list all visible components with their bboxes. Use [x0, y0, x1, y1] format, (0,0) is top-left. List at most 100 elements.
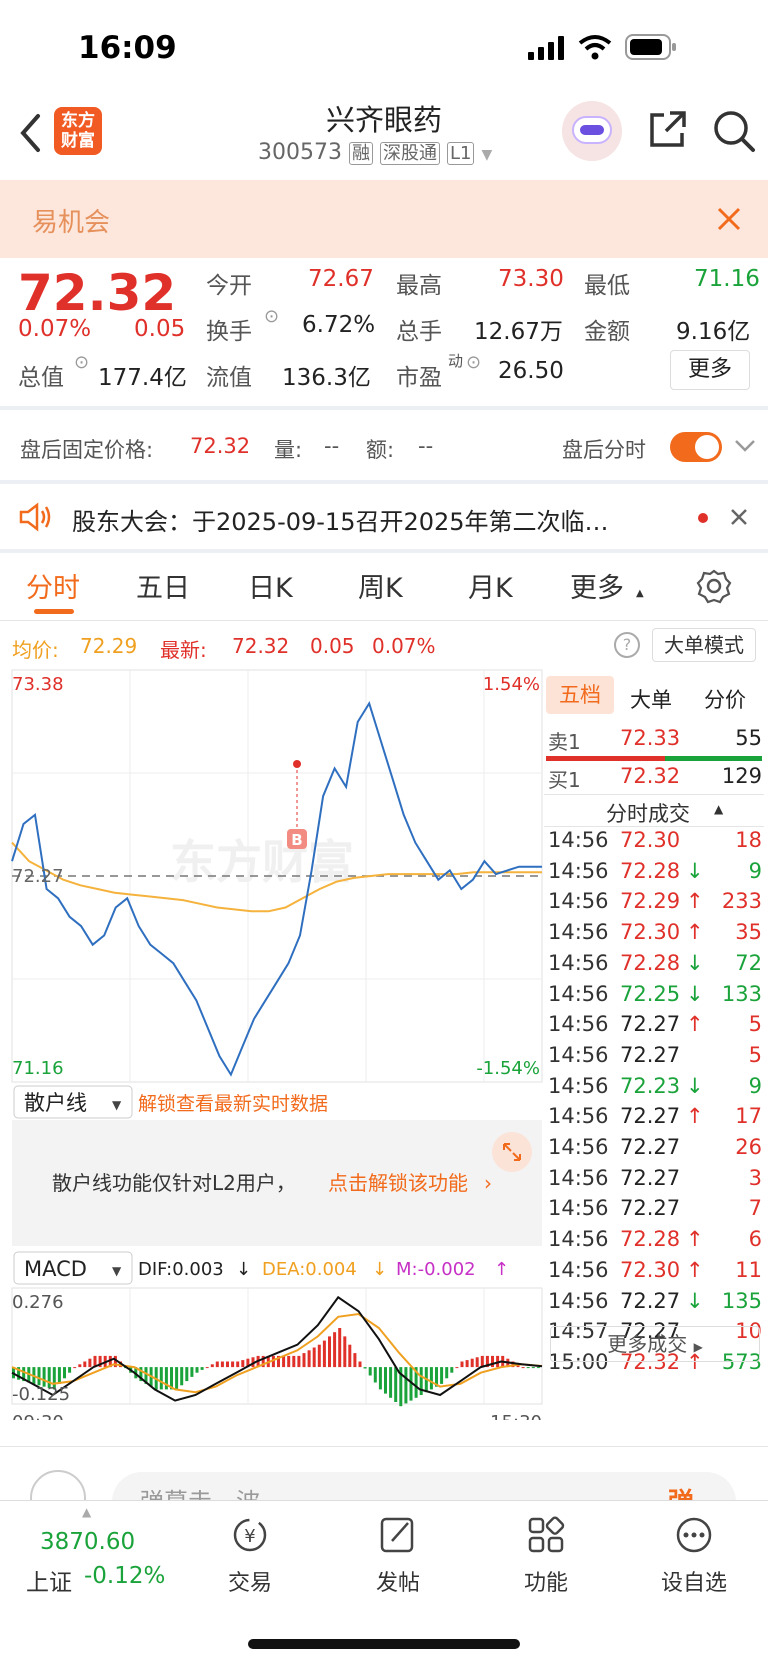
- dea-down-arrow-icon: ↓: [372, 1259, 387, 1280]
- close-icon[interactable]: [716, 206, 742, 232]
- after-hours-row: 盘后固定价格: 72.32 量: -- 额: -- 盘后分时: [0, 410, 768, 482]
- chart-bottom-price: 71.16: [12, 1058, 64, 1079]
- sort-up-icon[interactable]: ▲: [714, 802, 723, 816]
- tab-daily-k[interactable]: 日K: [248, 566, 293, 605]
- opportunity-banner[interactable]: 易机会: [0, 180, 768, 258]
- danmu-send-button[interactable]: 弹: [668, 1482, 694, 1502]
- after-hours-vol-label: 量:: [274, 438, 303, 462]
- trade-row: 14:56 72.27 ↑ 17: [548, 1104, 762, 1134]
- macd-bar: [220, 1361, 224, 1368]
- retail-unlock-link[interactable]: 解锁查看最新实时数据: [138, 1093, 328, 1115]
- index-ticker[interactable]: ▲ 3870.60 上证 -0.12%: [12, 1505, 182, 1605]
- help-icon[interactable]: ?: [614, 632, 640, 658]
- big-order-mode-button[interactable]: 大单模式: [652, 628, 756, 662]
- settings-gear-icon[interactable]: [696, 568, 732, 604]
- pe-sup: 动: [448, 352, 464, 370]
- macd-bar: [282, 1355, 286, 1368]
- tab-price-dist[interactable]: 分价: [704, 684, 746, 714]
- comment-input[interactable]: 弹幕走一波 弹: [112, 1472, 736, 1502]
- close-icon[interactable]: [730, 508, 748, 526]
- notice-bar[interactable]: 股东大会：于2025-09-15召开2025年第二次临…: [0, 484, 768, 550]
- trade-time: 14:56: [548, 1257, 609, 1282]
- macd-bar: [343, 1336, 347, 1368]
- macd-bar: [73, 1367, 77, 1369]
- search-icon[interactable]: [712, 109, 756, 153]
- trade-row: 14:56 72.28 ↑ 6: [548, 1227, 762, 1257]
- tab-intraday[interactable]: 分时: [26, 566, 80, 605]
- trade-time: 14:56: [548, 1165, 609, 1190]
- trade-row: 14:56 72.29 ↑ 233: [548, 889, 762, 919]
- comment-icon[interactable]: [30, 1470, 86, 1502]
- back-icon[interactable]: [18, 113, 42, 153]
- assistant-robot-icon[interactable]: [562, 101, 622, 161]
- after-hours-toggle[interactable]: [670, 432, 722, 462]
- macd-bar: [536, 1367, 540, 1369]
- trade-direction-icon: ↓: [686, 858, 704, 883]
- more-button[interactable]: 更多: [670, 350, 750, 390]
- trade-time: 14:56: [548, 858, 609, 883]
- nav-add-watchlist[interactable]: 设自选: [644, 1515, 744, 1597]
- info-icon[interactable]: ⊙: [466, 352, 481, 373]
- trade-volume: 18: [735, 828, 762, 852]
- after-hours-toggle-label: 盘后分时: [562, 438, 646, 462]
- tab-big-orders[interactable]: 大单: [630, 684, 672, 714]
- macd-select-label: MACD: [24, 1257, 87, 1281]
- trade-direction-icon: ↑: [686, 1104, 704, 1129]
- app-logo[interactable]: 东方 财富: [54, 107, 102, 155]
- after-hours-price: 72.32: [190, 434, 251, 458]
- trade-volume: 9: [748, 1073, 762, 1098]
- nav-post[interactable]: 发帖: [348, 1515, 448, 1597]
- trade-volume: 3: [748, 1165, 762, 1190]
- trade-volume: 233: [721, 889, 762, 914]
- macd-bar: [373, 1367, 377, 1383]
- trade-price: 72.27: [620, 1042, 681, 1067]
- battery-icon: [625, 34, 676, 60]
- chevron-down-icon[interactable]: [734, 438, 756, 454]
- tab-five-day[interactable]: 五日: [136, 566, 190, 605]
- chevron-down-icon[interactable]: ▼: [481, 147, 492, 163]
- chevron-right-icon[interactable]: ›: [484, 1171, 492, 1195]
- trade-volume: 6: [748, 1227, 762, 1252]
- avg-value: 72.29: [80, 634, 138, 658]
- tab-monthly-k[interactable]: 月K: [468, 566, 513, 605]
- share-icon[interactable]: [646, 109, 688, 151]
- buy-marker-dot: [293, 760, 301, 768]
- connect-tag: 深股通: [379, 142, 440, 165]
- trade-row: 14:56 72.25 ↓ 133: [548, 982, 762, 1012]
- trade-direction-icon: ↑: [686, 1257, 704, 1282]
- info-icon[interactable]: ⊙: [264, 306, 279, 327]
- more-trades-button[interactable]: 更多成交 ▶: [550, 1326, 760, 1362]
- divider: [544, 794, 764, 795]
- grid-apps-icon: [528, 1516, 565, 1553]
- info-icon[interactable]: ⊙: [74, 352, 89, 373]
- sell1-price: 72.33: [620, 726, 681, 750]
- retail-unlock-button[interactable]: 点击解锁该功能: [328, 1171, 468, 1195]
- tab-weekly-k[interactable]: 周K: [358, 566, 403, 605]
- macd-bar: [363, 1367, 367, 1369]
- sell1-volume: 55: [735, 726, 762, 750]
- nav-features[interactable]: 功能: [496, 1515, 596, 1597]
- macd-bar: [333, 1332, 337, 1368]
- macd-bar: [465, 1360, 469, 1368]
- nav-trade[interactable]: ¥ 交易: [200, 1515, 300, 1597]
- macd-bar: [491, 1355, 494, 1368]
- trade-row: 14:56 72.30 ↑ 11: [548, 1258, 762, 1288]
- expand-icon[interactable]: [492, 1132, 532, 1172]
- divider: [544, 826, 764, 827]
- status-bar: 16:09: [0, 0, 768, 95]
- chart-tabs: 分时 五日 日K 周K 月K 更多 ▲: [0, 552, 768, 620]
- comment-bar: 弹幕走一波 弹: [0, 1448, 768, 1502]
- chevron-down-icon: ▼: [112, 1098, 122, 1112]
- buy1-price: 72.32: [620, 764, 681, 788]
- tab-more[interactable]: 更多: [570, 566, 624, 605]
- trade-direction-icon: ↑: [686, 1227, 704, 1252]
- trade-direction-icon: ↑: [686, 920, 704, 945]
- comment-placeholder: 弹幕走一波: [140, 1488, 260, 1502]
- tab-five-level[interactable]: 五档: [546, 676, 614, 714]
- macd-bar: [394, 1367, 398, 1402]
- latest-change: 0.05: [310, 634, 355, 658]
- trade-row: 14:56 72.30 18: [548, 828, 762, 858]
- macd-bar: [521, 1367, 525, 1369]
- m-up-arrow-icon: ↑: [494, 1259, 509, 1280]
- chevron-down-icon[interactable]: ▲: [636, 588, 644, 599]
